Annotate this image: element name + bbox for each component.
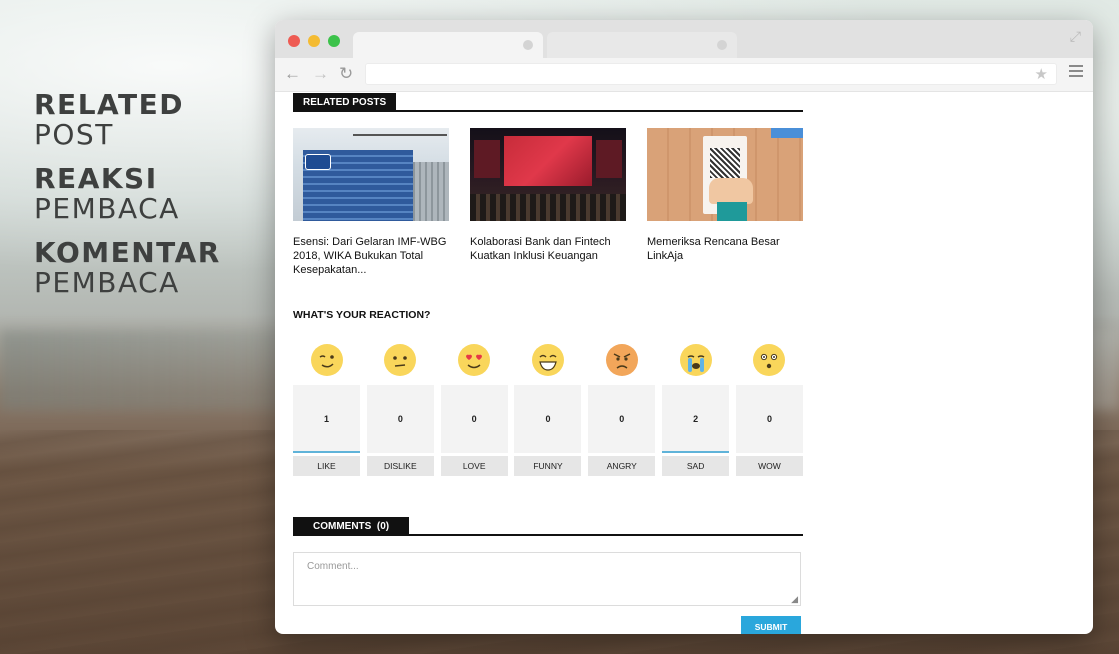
minimize-window-button[interactable] — [308, 35, 320, 47]
side-labels: RELATED POST REAKSI PEMBACA KOMENTAR PEM… — [34, 90, 221, 312]
comment-input[interactable]: Comment... ◢ — [293, 552, 801, 606]
grinning-emoji-icon[interactable] — [531, 343, 565, 377]
comments-count: (0) — [376, 521, 390, 532]
bookmark-star-icon[interactable]: ★ — [1035, 65, 1048, 83]
surprised-emoji-icon[interactable] — [752, 343, 786, 377]
reaction-title: WHAT'S YOUR REACTION? — [293, 309, 431, 321]
post-title-link[interactable]: Memeriksa Rencana Besar LinkAja — [647, 235, 803, 263]
reaction-label[interactable]: LOVE — [440, 456, 508, 476]
reaction-label[interactable]: LIKE — [293, 456, 360, 476]
side-label-related-post: RELATED POST — [34, 90, 221, 150]
wika-logo-icon — [305, 154, 331, 170]
post-thumbnail-building[interactable] — [293, 128, 449, 221]
reaction-label[interactable]: ANGRY — [588, 456, 656, 476]
heart-eyes-emoji-icon[interactable] — [457, 343, 491, 377]
side-label-bold: REAKSI — [34, 162, 158, 195]
reaction-label[interactable]: WOW — [735, 456, 803, 476]
browser-titlebar: ⤢ — [275, 20, 1093, 58]
post-title-link[interactable]: Esensi: Dari Gelaran IMF-WBG 2018, WIKA … — [293, 235, 449, 277]
reaction-dislike[interactable]: 0 DISLIKE — [366, 343, 434, 476]
reaction-love[interactable]: 0 LOVE — [440, 343, 508, 476]
reaction-count: 1 — [293, 385, 360, 453]
related-posts-list: Esensi: Dari Gelaran IMF-WBG 2018, WIKA … — [293, 128, 803, 277]
reaction-count: 0 — [440, 385, 508, 453]
related-posts-header: RELATED POSTS — [293, 92, 803, 112]
back-arrow-icon[interactable]: ← — [284, 64, 301, 84]
address-bar[interactable]: ★ — [365, 63, 1057, 85]
fullscreen-icon[interactable]: ⤢ — [1070, 28, 1081, 45]
post-thumbnail-qr-payment[interactable] — [647, 128, 803, 221]
reaction-label[interactable]: FUNNY — [514, 456, 582, 476]
maximize-window-button[interactable] — [328, 35, 340, 47]
forward-arrow-icon[interactable]: → — [312, 64, 329, 84]
side-label-light: PEMBACA — [34, 192, 180, 225]
submit-button[interactable]: SUBMIT — [741, 616, 801, 634]
post-thumbnail-conference[interactable] — [470, 128, 626, 221]
reaction-like[interactable]: 1 LIKE — [293, 343, 360, 476]
unamused-emoji-icon[interactable] — [383, 343, 417, 377]
qr-code-icon — [710, 148, 740, 178]
angry-emoji-icon[interactable] — [605, 343, 639, 377]
comments-title: COMMENTS (0) — [293, 517, 410, 536]
side-label-bold: KOMENTAR — [34, 236, 221, 269]
related-post-card[interactable]: Kolaborasi Bank dan Fintech Kuatkan Inkl… — [470, 128, 626, 277]
reaction-label[interactable]: DISLIKE — [366, 456, 434, 476]
side-label-reaksi-pembaca: REAKSI PEMBACA — [34, 164, 221, 224]
post-title-link[interactable]: Kolaborasi Bank dan Fintech Kuatkan Inkl… — [470, 235, 626, 263]
reaction-count: 0 — [366, 385, 434, 453]
wink-emoji-icon[interactable] — [310, 343, 344, 377]
side-label-light: POST — [34, 118, 114, 151]
comment-placeholder: Comment... — [307, 561, 359, 572]
reaction-label[interactable]: SAD — [662, 456, 730, 476]
tab-close-icon[interactable] — [523, 40, 533, 50]
reaction-count: 0 — [735, 385, 803, 453]
resize-handle-icon[interactable]: ◢ — [791, 594, 798, 605]
close-window-button[interactable] — [288, 35, 300, 47]
page-content: RELATED POSTS Esensi: Dari Gelaran IMF-W… — [293, 92, 803, 606]
side-label-komentar-pembaca: KOMENTAR PEMBACA — [34, 238, 221, 298]
crying-emoji-icon[interactable] — [679, 343, 713, 377]
reaction-wow[interactable]: 0 WOW — [735, 343, 803, 476]
browser-window: ⤢ ← → ↻ ★ RELATED POSTS Esensi: Dari Gel… — [275, 20, 1093, 634]
comments-header: COMMENTS (0) — [293, 516, 803, 536]
side-label-light: PEMBACA — [34, 266, 180, 299]
browser-tab-active[interactable] — [353, 32, 543, 58]
reaction-funny[interactable]: 0 FUNNY — [514, 343, 582, 476]
comments-label: COMMENTS — [313, 521, 372, 532]
side-label-bold: RELATED — [34, 88, 184, 121]
browser-tab[interactable] — [547, 32, 737, 58]
reload-icon[interactable]: ↻ — [339, 64, 353, 84]
reaction-count: 0 — [588, 385, 656, 453]
reaction-sad[interactable]: 2 SAD — [662, 343, 730, 476]
reaction-list: 1 LIKE 0 DISLIKE 0 LOVE 0 FUNNY 0 ANGRY … — [293, 343, 803, 476]
related-posts-title: RELATED POSTS — [293, 93, 397, 112]
related-post-card[interactable]: Memeriksa Rencana Besar LinkAja — [647, 128, 803, 277]
browser-menu-icon[interactable] — [1069, 65, 1083, 80]
related-post-card[interactable]: Esensi: Dari Gelaran IMF-WBG 2018, WIKA … — [293, 128, 449, 277]
tab-close-icon[interactable] — [717, 40, 727, 50]
reaction-count: 0 — [514, 385, 582, 453]
reaction-count: 2 — [662, 385, 730, 453]
browser-toolbar: ← → ↻ ★ — [275, 58, 1093, 92]
reaction-angry[interactable]: 0 ANGRY — [588, 343, 656, 476]
